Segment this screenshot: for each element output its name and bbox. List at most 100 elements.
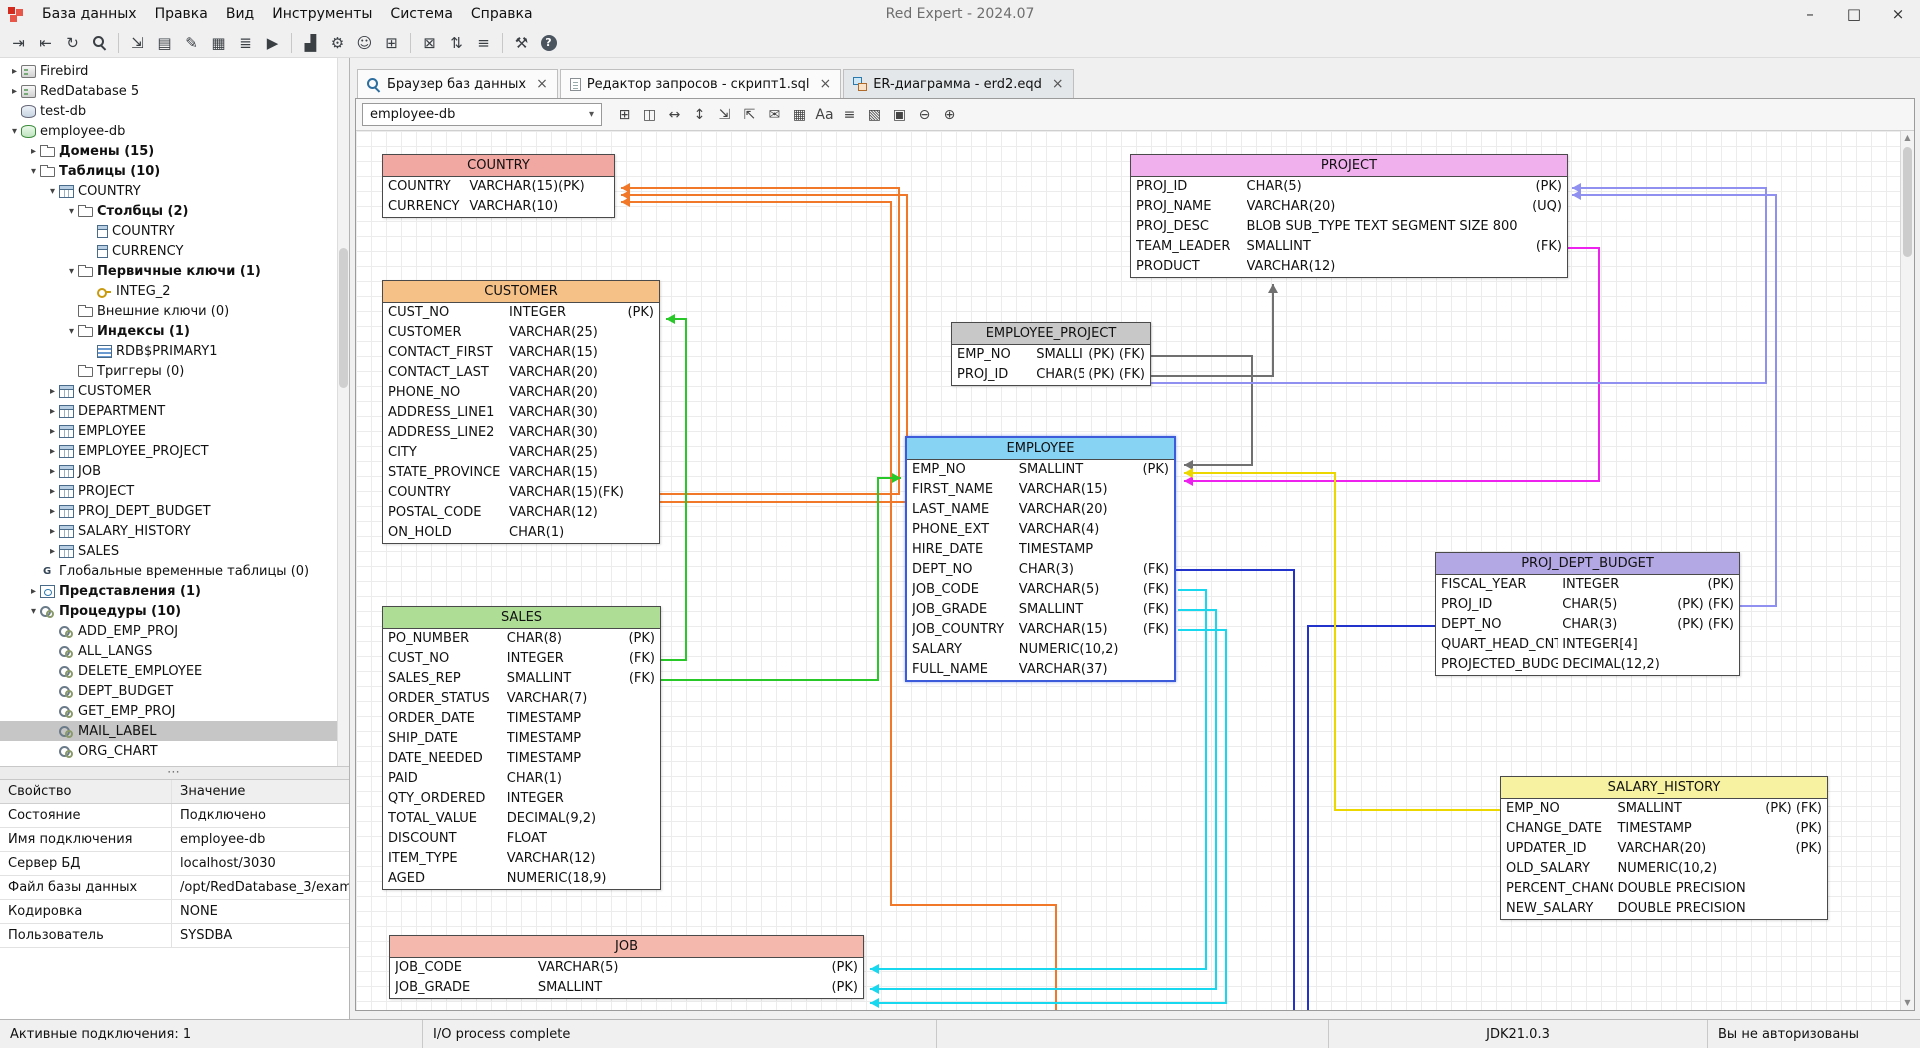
tree-expand-arrow[interactable]: ▸	[27, 146, 40, 157]
tree-expand-arrow[interactable]: ▸	[8, 66, 21, 77]
tab-query-editor[interactable]: Редактор запросов - скрипт1.sql×	[560, 69, 841, 98]
add-relationship-icon[interactable]: ◫	[637, 102, 662, 127]
tree-item[interactable]: ▸Представления (1)	[0, 581, 349, 601]
import-data-icon[interactable]: ⇅	[444, 30, 469, 55]
tab-close-icon[interactable]: ×	[536, 76, 548, 92]
help-icon[interactable]: ?	[536, 30, 561, 55]
zoom-in-icon[interactable]: ⊕	[937, 102, 962, 127]
tree-expand-arrow[interactable]: ▾	[65, 266, 78, 277]
tree-expand-arrow[interactable]: ▾	[65, 326, 78, 337]
tree-scrollbar-thumb[interactable]	[339, 248, 348, 388]
tree-expand-arrow[interactable]: ▸	[46, 466, 59, 477]
tree-item[interactable]: ▸EMPLOYEE_PROJECT	[0, 441, 349, 461]
tree-item[interactable]: ▾Индексы (1)	[0, 321, 349, 341]
tree-item[interactable]: Внешние ключи (0)	[0, 301, 349, 321]
grid-icon[interactable]: ▦	[787, 102, 812, 127]
zoom-out-icon[interactable]: ⊖	[912, 102, 937, 127]
users-icon[interactable]: ☺	[352, 30, 377, 55]
tree-item[interactable]: ▾Первичные ключи (1)	[0, 261, 349, 281]
erd-table-employee[interactable]: EMPLOYEEEMP_NOSMALLINT(PK)FIRST_NAMEVARC…	[905, 436, 1176, 682]
tree-item[interactable]: DEPT_BUDGET	[0, 681, 349, 701]
tree-item[interactable]: ▸Домены (15)	[0, 141, 349, 161]
tree-item[interactable]: ▾employee-db	[0, 121, 349, 141]
tree-item[interactable]: ▸RedDatabase 5	[0, 81, 349, 101]
tree-expand-arrow[interactable]: ▾	[8, 126, 21, 137]
tree-expand-arrow[interactable]: ▸	[46, 426, 59, 437]
tree-item[interactable]: INTEG_2	[0, 281, 349, 301]
canvas-vscrollbar[interactable]: ▲ ▼	[1900, 131, 1914, 1010]
tab-database-browser[interactable]: Браузер баз данных×	[357, 69, 558, 98]
tree-expand-arrow[interactable]: ▸	[46, 386, 59, 397]
execute-script-icon[interactable]: ▶	[260, 30, 285, 55]
tree-item[interactable]: RDB$PRIMARY1	[0, 341, 349, 361]
tree-item[interactable]: COUNTRY	[0, 221, 349, 241]
erd-icon[interactable]: ⊞	[379, 30, 404, 55]
fit-width-icon[interactable]: ↔	[662, 102, 687, 127]
tree-item[interactable]: ORG_CHART	[0, 741, 349, 761]
tree-expand-arrow[interactable]: ▸	[46, 546, 59, 557]
tree-item[interactable]: ▸CUSTOMER	[0, 381, 349, 401]
connect-icon[interactable]: ⇥	[6, 30, 31, 55]
erd-table-proj_dept_budget[interactable]: PROJ_DEPT_BUDGETFISCAL_YEARINTEGER(PK)PR…	[1435, 552, 1740, 676]
erd-table-employee_project[interactable]: EMPLOYEE_PROJECTEMP_NOSMALLINT(PK) (FK)P…	[951, 322, 1151, 386]
tree-item[interactable]: ▸SALES	[0, 541, 349, 561]
chart-icon[interactable]: ▟	[298, 30, 323, 55]
fill-color-icon[interactable]: ▧	[862, 102, 887, 127]
table-generator-icon[interactable]: ▦	[206, 30, 231, 55]
generate-sql-icon[interactable]: ⇲	[712, 102, 737, 127]
tree-item[interactable]: Триггеры (0)	[0, 361, 349, 381]
menu-item[interactable]: Вид	[217, 0, 263, 28]
tree-item[interactable]: CURRENCY	[0, 241, 349, 261]
erd-canvas[interactable]: ▲ ▼ COUNTRYCOUNTRYVARCHAR(15)(PK)CURRENC…	[356, 131, 1914, 1010]
settings-icon[interactable]: ⚙	[325, 30, 350, 55]
erd-table-project[interactable]: PROJECTPROJ_IDCHAR(5)(PK)PROJ_NAMEVARCHA…	[1130, 154, 1568, 278]
tree-item[interactable]: ▾COUNTRY	[0, 181, 349, 201]
maximize-button[interactable]: □	[1832, 0, 1876, 28]
search-icon[interactable]	[87, 30, 112, 55]
new-script-icon[interactable]: ✎	[179, 30, 204, 55]
menu-item[interactable]: Инструменты	[263, 0, 381, 28]
tree-item[interactable]: ▾Процедуры (10)	[0, 601, 349, 621]
menu-item[interactable]: Система	[381, 0, 461, 28]
erd-table-job[interactable]: JOBJOB_CODEVARCHAR(5)(PK)JOB_GRADESMALLI…	[389, 935, 864, 999]
tree-expand-arrow[interactable]: ▾	[46, 186, 59, 197]
tree-item[interactable]: ▸JOB	[0, 461, 349, 481]
add-table-icon[interactable]: ⊞	[612, 102, 637, 127]
tree-expand-arrow[interactable]: ▾	[27, 606, 40, 617]
font-icon[interactable]: Aa	[812, 102, 837, 127]
tree-item[interactable]: ▸PROJ_DEPT_BUDGET	[0, 501, 349, 521]
tab-close-icon[interactable]: ×	[1052, 76, 1064, 92]
export-data-icon[interactable]: ⊠	[417, 30, 442, 55]
metadata-icon[interactable]: ≡	[471, 30, 496, 55]
tree-item[interactable]: test-db	[0, 101, 349, 121]
canvas-vscrollbar-thumb[interactable]	[1903, 147, 1912, 257]
tree-expand-arrow[interactable]: ▸	[46, 486, 59, 497]
scroll-down-icon[interactable]: ▼	[1901, 996, 1914, 1010]
tree-item[interactable]: MAIL_LABEL	[0, 721, 349, 741]
disconnect-icon[interactable]: ⇤	[33, 30, 58, 55]
import-script-icon[interactable]: ⇲	[125, 30, 150, 55]
tab-er-diagram[interactable]: ER-диаграмма - erd2.eqd×	[843, 69, 1073, 98]
refresh-icon[interactable]: ↻	[60, 30, 85, 55]
erd-table-sales[interactable]: SALESPO_NUMBERCHAR(8)(PK)CUST_NOINTEGER(…	[382, 606, 661, 890]
tree-expand-arrow[interactable]: ▾	[65, 206, 78, 217]
tree-expand-arrow[interactable]: ▾	[27, 166, 40, 177]
tree-item[interactable]: ▾Таблицы (10)	[0, 161, 349, 181]
tree-item[interactable]: Глобальные временные таблицы (0)	[0, 561, 349, 581]
tree-scrollbar[interactable]	[337, 58, 349, 766]
tree-expand-arrow[interactable]: ▸	[8, 86, 21, 97]
minimize-button[interactable]: –	[1788, 0, 1832, 28]
fit-height-icon[interactable]: ↕	[687, 102, 712, 127]
tree-item[interactable]: ALL_LANGS	[0, 641, 349, 661]
tree-expand-arrow[interactable]: ▸	[46, 446, 59, 457]
close-button[interactable]: ×	[1876, 0, 1920, 28]
tree-item[interactable]: ▸DEPARTMENT	[0, 401, 349, 421]
sidebar-splitter[interactable]: ⋯	[0, 766, 349, 780]
line-style-icon[interactable]: ≡	[837, 102, 862, 127]
tree-item[interactable]: ▸EMPLOYEE	[0, 421, 349, 441]
connection-select[interactable]: employee-db ▾	[362, 103, 602, 126]
tree-item[interactable]: GET_EMP_PROJ	[0, 701, 349, 721]
tree-item[interactable]: DELETE_EMPLOYEE	[0, 661, 349, 681]
save-image-icon[interactable]: ▣	[887, 102, 912, 127]
tree-item[interactable]: ADD_EMP_PROJ	[0, 621, 349, 641]
